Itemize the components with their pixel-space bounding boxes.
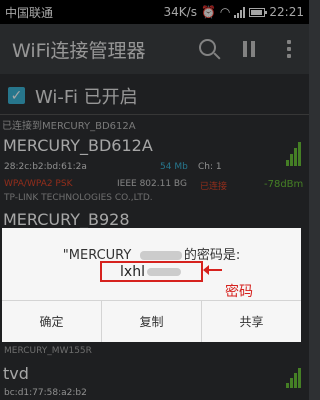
dialog-buttons: 确定 复制 共享 bbox=[2, 300, 301, 342]
blurred-ssid bbox=[139, 251, 182, 260]
share-button[interactable]: 共享 bbox=[202, 301, 301, 342]
copy-button[interactable]: 复制 bbox=[102, 301, 202, 342]
annotation-arrow bbox=[203, 265, 222, 275]
ok-button[interactable]: 确定 bbox=[2, 301, 102, 342]
password-dialog: "MERCURY_ 的密码是: lxhl 密码 确定 复制 共享 bbox=[2, 228, 301, 342]
password-text: lxhl bbox=[120, 263, 145, 280]
password-annotation: 密码 bbox=[225, 284, 253, 300]
blurred-password bbox=[146, 267, 181, 276]
password-value: lxhl bbox=[100, 261, 203, 282]
